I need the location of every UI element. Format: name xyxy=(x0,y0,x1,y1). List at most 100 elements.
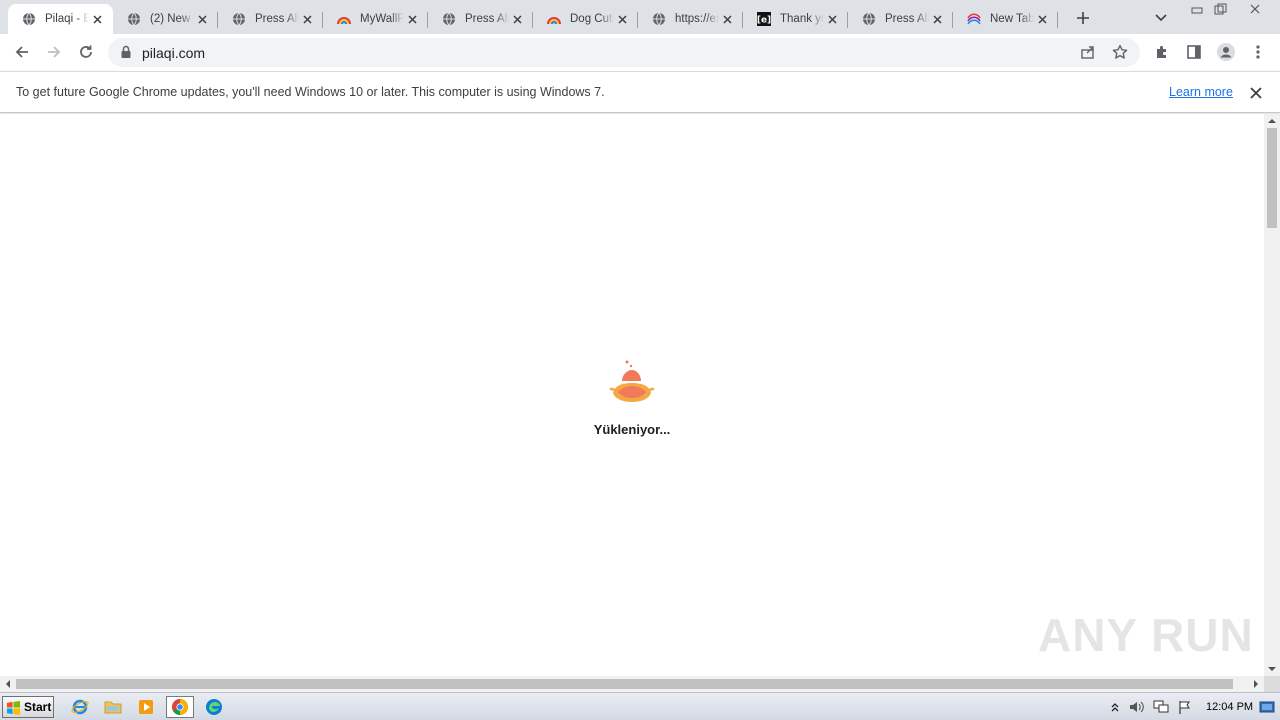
extensions-button[interactable] xyxy=(1148,38,1176,66)
taskbar-clock[interactable]: 12:04 PM xyxy=(1206,701,1253,713)
tab-favicon xyxy=(126,11,142,27)
tab[interactable]: New Tab xyxy=(953,4,1058,34)
forward-button[interactable] xyxy=(40,38,68,66)
new-tab-button[interactable] xyxy=(1072,7,1094,29)
puzzle-icon xyxy=(1157,46,1166,58)
tab[interactable]: Press Allow xyxy=(428,4,533,34)
chevron-down-icon xyxy=(1155,14,1167,22)
close-icon[interactable] xyxy=(1248,85,1264,101)
reload-button[interactable] xyxy=(72,38,100,66)
menu-button[interactable] xyxy=(1244,38,1272,66)
profile-button[interactable] xyxy=(1212,38,1240,66)
tab-active[interactable]: Pilaqi - Eğitici xyxy=(8,4,113,34)
star-icon[interactable] xyxy=(1112,44,1128,60)
restore-button[interactable] xyxy=(1208,0,1233,18)
svg-text:[e]: [e] xyxy=(757,16,771,26)
explorer-button[interactable] xyxy=(99,696,127,718)
close-icon xyxy=(302,14,312,24)
horizontal-scrollbar[interactable] xyxy=(0,676,1264,692)
vertical-scroll-thumb[interactable] xyxy=(1267,128,1277,228)
tab-title: (2) New Message xyxy=(150,13,194,25)
back-button[interactable] xyxy=(8,38,36,66)
globe-icon xyxy=(443,12,455,26)
learn-more-link[interactable]: Learn more xyxy=(1169,85,1233,99)
close-icon xyxy=(722,14,732,24)
side-panel-button[interactable] xyxy=(1180,38,1208,66)
url-text[interactable]: pilaqi.com xyxy=(142,45,205,61)
tab-title: Press Allow xyxy=(255,13,299,25)
tab-close-button[interactable] xyxy=(509,11,525,27)
globe-icon xyxy=(233,12,245,26)
internet-explorer-button[interactable] xyxy=(66,696,94,718)
tab-favicon: [e] xyxy=(756,11,772,27)
tab-close-button[interactable] xyxy=(824,11,840,27)
close-icon xyxy=(197,14,207,24)
anyrun-watermark: ANY RUN xyxy=(1038,609,1254,661)
lock-icon[interactable] xyxy=(120,45,132,59)
show-hidden-icons-button[interactable] xyxy=(1106,698,1124,716)
arrow-right-icon xyxy=(48,46,61,58)
minimize-icon xyxy=(1191,7,1202,14)
tab[interactable]: Press Allow xyxy=(218,4,323,34)
close-icon xyxy=(827,14,837,24)
internet-explorer-icon xyxy=(71,699,89,715)
loading-indicator: Yükleniyor... xyxy=(590,359,674,437)
tab-favicon xyxy=(231,11,247,27)
tab[interactable]: [e] Thank you xyxy=(743,4,848,34)
chrome-taskbar-button[interactable] xyxy=(166,696,194,718)
tab[interactable]: MyWallPaper xyxy=(323,4,428,34)
tab[interactable]: (2) New Message xyxy=(113,4,218,34)
tab-close-button[interactable] xyxy=(89,11,105,27)
tab-close-button[interactable] xyxy=(719,11,735,27)
media-player-icon xyxy=(139,700,153,714)
arrow-left-icon xyxy=(15,46,28,58)
tab-close-button[interactable] xyxy=(404,11,420,27)
reload-icon xyxy=(80,45,92,58)
volume-button[interactable] xyxy=(1128,698,1146,716)
tab[interactable]: Dog Cuties xyxy=(533,4,638,34)
address-bar[interactable]: pilaqi.com xyxy=(108,38,1140,67)
globe-icon xyxy=(128,12,140,26)
vertical-scrollbar[interactable] xyxy=(1264,114,1280,676)
restore-icon xyxy=(1214,3,1226,15)
edge-button[interactable] xyxy=(200,696,228,718)
share-icon[interactable] xyxy=(1080,44,1096,60)
windows-logo-icon xyxy=(6,700,21,715)
tab-favicon xyxy=(861,11,877,27)
edge-icon xyxy=(206,699,222,715)
tab-close-button[interactable] xyxy=(614,11,630,27)
speaker-icon xyxy=(1130,701,1144,713)
tab-separator xyxy=(1057,12,1058,28)
tab-close-button[interactable] xyxy=(929,11,945,27)
scroll-down-arrow-icon[interactable] xyxy=(1268,665,1276,673)
media-player-button[interactable] xyxy=(132,696,160,718)
tab[interactable]: https://ex xyxy=(638,4,743,34)
chrome-icon xyxy=(172,699,188,715)
minimize-button[interactable] xyxy=(1184,0,1209,18)
network-button[interactable] xyxy=(1152,698,1170,716)
loading-text: Yükleniyor... xyxy=(593,422,671,437)
scroll-right-arrow-icon[interactable] xyxy=(1252,680,1260,688)
more-vertical-icon xyxy=(1256,45,1260,59)
ribbon-icon xyxy=(967,13,981,25)
close-window-button[interactable] xyxy=(1242,0,1267,18)
scroll-left-arrow-icon[interactable] xyxy=(4,680,12,688)
start-button[interactable]: Start xyxy=(2,696,54,718)
scroll-up-arrow-icon[interactable] xyxy=(1268,117,1276,125)
tab-close-button[interactable] xyxy=(194,11,210,27)
horizontal-scroll-thumb[interactable] xyxy=(16,679,1233,689)
tab-title: https://ex xyxy=(675,13,719,25)
tab-search-button[interactable] xyxy=(1150,7,1172,29)
start-label: Start xyxy=(24,700,52,714)
action-center-button[interactable] xyxy=(1176,698,1194,716)
flag-icon xyxy=(1179,701,1190,714)
tab-favicon xyxy=(966,11,982,27)
tab-close-button[interactable] xyxy=(1034,11,1050,27)
tab-close-button[interactable] xyxy=(299,11,315,27)
globe-icon xyxy=(863,12,875,26)
show-desktop-icon[interactable] xyxy=(1258,698,1276,716)
tab-favicon xyxy=(336,11,352,27)
tab[interactable]: Press Allow xyxy=(848,4,953,34)
close-icon xyxy=(1250,4,1259,14)
tab-favicon xyxy=(651,11,667,27)
